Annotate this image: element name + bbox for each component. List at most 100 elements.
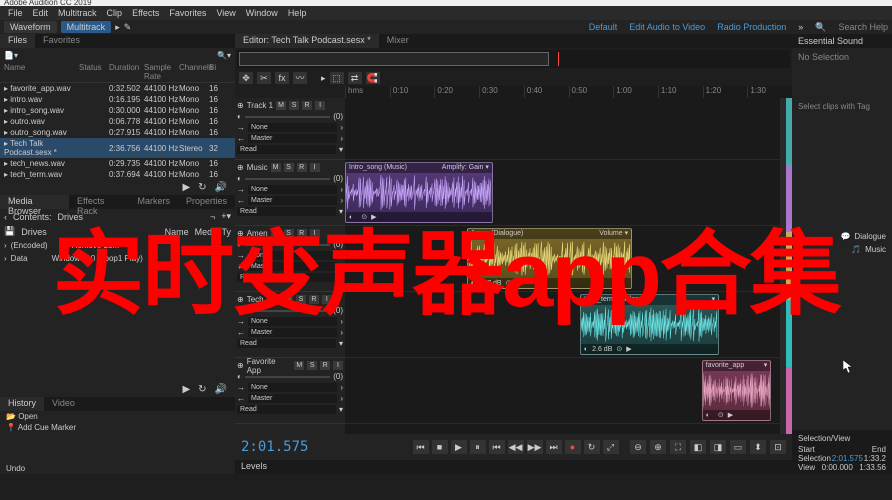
ripple-icon[interactable]: ⇄ [348,72,362,84]
play-icon[interactable]: ▶ [182,182,190,193]
timecode-display[interactable]: 2:01.575 [241,439,401,455]
transport-button-4[interactable]: ⏮ [489,440,505,454]
transport-button-6[interactable]: ▶▶ [527,440,543,454]
record-button[interactable]: R [297,163,307,172]
track-lane[interactable]: tech_term (Dialogue) ▾◐2.6 dB⊙▶ [345,292,780,358]
dialogue-icon[interactable]: 💬 [840,232,850,241]
transport-button-7[interactable]: ⏭ [546,440,562,454]
transport-button-3[interactable]: ⏸ [470,440,486,454]
search-help[interactable]: Search Help [838,22,888,33]
menu-file[interactable]: File [8,8,23,18]
transport-button-8[interactable]: ● [565,440,581,454]
track-lane[interactable]: favorite_app ▾◐⊙▶ [345,358,780,424]
file-row[interactable]: ▸ tech_news.wav0:29.73544100 HzMono16 [0,158,235,169]
drive-item[interactable]: › Data Windows 10 (Loop1 Play) [0,252,235,265]
tool-razor-icon[interactable]: ✂ [257,72,271,84]
history-item[interactable]: 📍 Add Cue Marker [0,422,235,433]
record-button[interactable]: R [320,361,330,370]
track-lane[interactable]: Amen (Dialogue)Volume ▾◐-1.7 dB⊙▶ [345,226,780,292]
zoom-reset-icon[interactable]: ⊡ [770,440,786,454]
transport-button-10[interactable]: ⤢ [603,440,619,454]
mute-button[interactable]: M [271,229,281,238]
mb-refresh-icon[interactable]: ¬ [210,212,215,222]
file-row[interactable]: ▸ intro.wav0:16.19544100 HzMono16 [0,94,235,105]
transport-button-9[interactable]: ↻ [584,440,600,454]
volume-icon[interactable]: 🔊 [215,384,227,395]
track-header[interactable]: ⊕MusicMSRI ◐(0) →None› ←Master› Read▾ [235,160,345,226]
input-button[interactable]: I [310,163,320,172]
tab-favorites[interactable]: Favorites [35,34,88,48]
files-new-icon[interactable]: 📄▾ [4,51,18,60]
solo-button[interactable]: S [296,295,306,304]
mute-button[interactable]: M [283,295,293,304]
input-button[interactable]: I [333,361,343,370]
track-header[interactable]: ⊕Track 1MSRI ◐(0) →None› ←Master› Read▾ [235,98,345,160]
transport-button-2[interactable]: ▶ [451,440,467,454]
menu-effects[interactable]: Effects [132,8,159,18]
input-button[interactable]: I [310,229,320,238]
record-button[interactable]: R [302,101,312,110]
audio-clip[interactable]: favorite_app ▾◐⊙▶ [702,360,772,421]
snap-icon[interactable]: ⬚ [330,72,344,84]
file-row[interactable]: ▸ outro.wav0:06.77844100 HzMono16 [0,116,235,127]
mute-button[interactable]: M [276,101,286,110]
transport-button-5[interactable]: ◀◀ [508,440,524,454]
tab-properties[interactable]: Properties [178,195,235,209]
volume-icon[interactable]: 🔊 [215,182,227,193]
files-filter-icon[interactable]: 🔍▾ [217,51,231,60]
overview-selection[interactable] [239,52,549,66]
input-button[interactable]: I [322,295,332,304]
track-header[interactable]: ⊕Favorite AppMSRI ◐(0) →None› ←Master› R… [235,358,345,424]
menu-view[interactable]: View [216,8,235,18]
menu-clip[interactable]: Clip [107,8,123,18]
menu-multitrack[interactable]: Multitrack [58,8,97,18]
editor-tab-mixer[interactable]: Mixer [379,34,417,48]
file-row[interactable]: ▸ intro_song.wav0:30.00044100 HzMono16 [0,105,235,116]
tool-fx-icon[interactable]: fx [275,72,289,84]
solo-button[interactable]: S [307,361,317,370]
mute-button[interactable]: M [271,163,281,172]
menu-favorites[interactable]: Favorites [169,8,206,18]
file-row[interactable]: ▸ Tech Talk Podcast.sesx *2:36.75644100 … [0,138,235,158]
audio-clip[interactable]: tech_term (Dialogue) ▾◐2.6 dB⊙▶ [580,294,719,355]
zoom-fit-icon[interactable]: ⛶ [670,440,686,454]
zoom-icon[interactable]: ▭ [730,440,746,454]
play-icon[interactable]: ▶ [182,384,190,395]
tool-icon[interactable]: ✎ [124,22,132,33]
time-ruler[interactable]: hms0:100:200:300:400:501:001:101:201:30 [345,86,792,98]
file-row[interactable]: ▸ tech_term.wav0:37.69444100 HzMono16 [0,169,235,180]
drives-icon[interactable]: 💾 [4,226,15,237]
ws-link-video[interactable]: Edit Audio to Video [629,22,705,33]
input-button[interactable]: I [315,101,325,110]
tab-files[interactable]: Files [0,34,35,48]
menu-edit[interactable]: Edit [33,8,49,18]
drive-item[interactable]: › (Encoded) Remove Lo... [0,239,235,252]
audio-clip[interactable]: Intro_song (Music)Amplify: Gain ▾◐⊙▶ [345,162,493,223]
editor-tab-session[interactable]: Editor: Tech Talk Podcast.sesx * [235,34,379,48]
tab-markers[interactable]: Markers [129,195,178,209]
tab-waveform[interactable]: Waveform [4,21,57,33]
tab-effects-rack[interactable]: Effects Rack [69,195,129,209]
zoom-icon[interactable]: ◨ [710,440,726,454]
tool-icon[interactable]: ▸ [115,22,120,33]
menu-help[interactable]: Help [288,8,307,18]
ws-link-radio[interactable]: Radio Production [717,22,786,33]
file-row[interactable]: ▸ favorite_app.wav0:32.50244100 HzMono16 [0,83,235,94]
magnet-icon[interactable]: 🧲 [366,72,380,84]
loop-icon[interactable]: ↻ [198,384,206,395]
zoom-out-icon[interactable]: ⊖ [630,440,646,454]
file-row[interactable]: ▸ outro_song.wav0:27.91544100 HzMono16 [0,127,235,138]
mb-back-icon[interactable]: ‹ [4,212,7,222]
tool-env-icon[interactable]: 〰 [293,72,307,84]
track-header[interactable]: ⊕AmenMSRI ◐(0) →None› ←Master› Read▾ [235,226,345,292]
zoom-v-icon[interactable]: ⬍ [750,440,766,454]
loop-icon[interactable]: ↻ [198,182,206,193]
mb-add-icon[interactable]: +▾ [221,211,231,222]
overview-strip[interactable] [237,50,790,68]
audio-clip[interactable]: Amen (Dialogue)Volume ▾◐-1.7 dB⊙▶ [467,228,632,289]
menu-window[interactable]: Window [246,8,278,18]
transport-button-0[interactable]: ⏮ [413,440,429,454]
record-button[interactable]: R [297,229,307,238]
music-icon[interactable]: 🎵 [851,245,861,254]
track-lane[interactable] [345,98,780,160]
